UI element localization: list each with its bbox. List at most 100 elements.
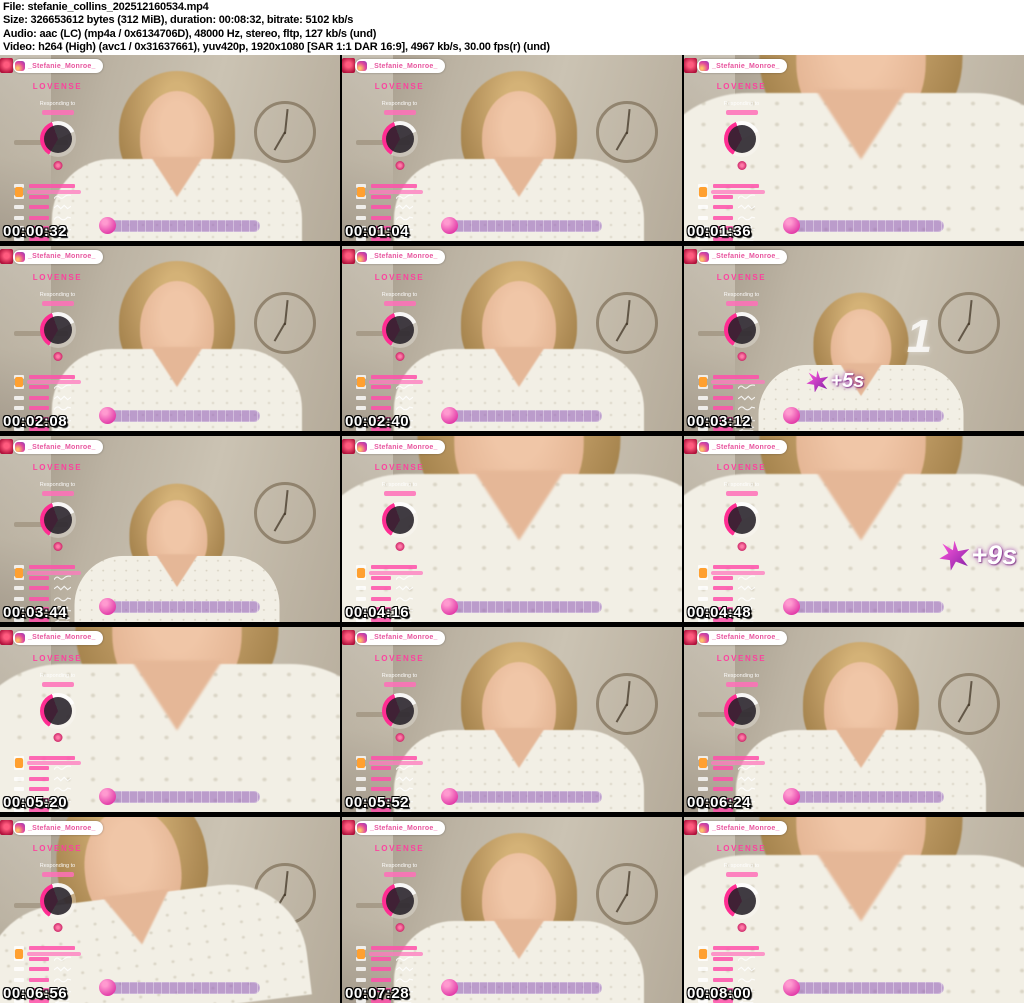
streamer-username: _Stefanie_Monroe_ [370, 824, 438, 832]
tip-progress-gauge [382, 502, 418, 539]
video-thumbnail: _Stefanie_Monroe_ LOVENSE Responding to [342, 626, 682, 813]
neckline [492, 156, 545, 197]
record-badge-icon [0, 629, 13, 645]
goal-text-redacted [711, 952, 765, 956]
neckline [155, 553, 199, 587]
goal-row [699, 567, 765, 578]
file-info-header: File: stefanie_collins_202512160534.mp4 … [0, 0, 1024, 55]
gift-icon [15, 949, 23, 959]
record-badge-icon [342, 439, 355, 455]
streamer-username: _Stefanie_Monroe_ [28, 824, 96, 832]
timestamp: 00:04:48 [687, 603, 752, 621]
instagram-icon [357, 442, 367, 453]
video-thumbnail: _Stefanie_Monroe_ LOVENSE Responding to [342, 817, 682, 1003]
record-badge-icon [342, 820, 355, 836]
progress-knob [99, 979, 117, 996]
streamer-username-badge: _Stefanie_Monroe_ [13, 440, 103, 455]
record-badge-icon [342, 629, 355, 645]
streamer-username: _Stefanie_Monroe_ [712, 253, 780, 261]
stream-overlay: _Stefanie_Monroe_ LOVENSE Responding to [342, 436, 457, 622]
tip-menu-row [698, 966, 759, 972]
time-added-text: +9s [971, 540, 1018, 571]
goal-text-redacted [369, 189, 423, 194]
streamer-username: _Stefanie_Monroe_ [370, 443, 438, 451]
tip-menu-row [698, 204, 759, 210]
streamer-username-badge: _Stefanie_Monroe_ [13, 630, 103, 645]
tip-progress-gauge [40, 692, 76, 729]
goal-text-redacted [27, 952, 81, 956]
goal-text-redacted [369, 570, 423, 575]
streamer-username: _Stefanie_Monroe_ [28, 443, 96, 451]
responding-username-redacted [384, 300, 416, 306]
tip-progress-gauge [40, 311, 76, 348]
video-thumbnail: _Stefanie_Monroe_ LOVENSE Responding to [342, 245, 682, 432]
neckline [150, 347, 203, 388]
video-thumbnail: _Stefanie_Monroe_ LOVENSE Responding to [684, 817, 1024, 1003]
streamer-username: _Stefanie_Monroe_ [712, 443, 780, 451]
file-size-line: Size: 326653612 bytes (312 MiB), duratio… [3, 14, 354, 27]
timestamp: 00:07:28 [345, 985, 410, 1002]
tip-menu-row [14, 786, 75, 792]
timestamp: 00:05:20 [3, 794, 68, 812]
responding-username-redacted [42, 491, 74, 497]
responding-label: Responding to [39, 101, 76, 107]
tip-menu-row [698, 215, 759, 221]
tip-progress-gauge [40, 121, 76, 157]
tip-menu-row [356, 204, 417, 210]
responding-label: Responding to [39, 863, 76, 870]
timestamp: 00:06:56 [3, 985, 68, 1002]
instagram-icon [699, 251, 709, 262]
stream-overlay: _Stefanie_Monroe_ LOVENSE Responding to [684, 55, 799, 241]
burst-icon [939, 540, 970, 571]
progress-knob [783, 597, 801, 615]
instagram-icon [357, 251, 367, 262]
tip-menu-row [698, 395, 759, 401]
tip-progress-gauge [382, 121, 418, 157]
instagram-icon [699, 823, 709, 834]
responding-username-redacted [726, 300, 758, 306]
goal-text-redacted [27, 570, 81, 575]
tip-menu-row [356, 215, 417, 221]
tip-menu-row [14, 977, 75, 983]
progress-knob [99, 216, 117, 234]
file-name-line: File: stefanie_collins_202512160534.mp4 [3, 1, 209, 13]
tip-progress-gauge [382, 883, 418, 920]
streamer-username: _Stefanie_Monroe_ [370, 253, 438, 261]
neckline [815, 89, 907, 160]
responding-username-redacted [42, 300, 74, 306]
streamer-username-badge: _Stefanie_Monroe_ [13, 249, 103, 264]
instagram-icon [15, 632, 25, 643]
goal-row [357, 186, 423, 197]
stream-overlay: _Stefanie_Monroe_ LOVENSE Responding to [0, 436, 115, 622]
video-thumbnail: _Stefanie_Monroe_ LOVENSE Responding to [684, 245, 1024, 432]
timestamp: 00:03:44 [3, 603, 68, 621]
lovense-logo: LOVENSE [374, 844, 425, 854]
responding-username-redacted [726, 110, 758, 115]
responding-label: Responding to [381, 672, 418, 679]
gift-icon [357, 186, 365, 197]
tip-progress-bar [99, 216, 261, 234]
streamer-username-badge: _Stefanie_Monroe_ [697, 821, 787, 836]
goal-row [15, 567, 81, 578]
goal-row [357, 949, 423, 959]
lovense-logo: LOVENSE [716, 82, 767, 91]
tip-menu-row [356, 596, 417, 602]
gift-icon [699, 758, 707, 769]
progress-knob [99, 597, 117, 615]
responding-label: Responding to [381, 101, 418, 107]
tip-menu-row [14, 395, 75, 401]
tip-menu-row [698, 405, 759, 411]
responding-username-redacted [384, 491, 416, 497]
record-badge-icon [684, 820, 697, 836]
tip-progress-gauge [724, 502, 760, 539]
gift-icon [699, 949, 707, 959]
gift-icon [357, 377, 365, 388]
video-thumbnail: _Stefanie_Monroe_ LOVENSE Responding to [0, 626, 340, 813]
tip-menu-row [698, 585, 759, 591]
record-badge-icon [684, 629, 697, 645]
progress-knob [783, 979, 801, 996]
progress-knob [441, 979, 459, 996]
stream-overlay: _Stefanie_Monroe_ LOVENSE Responding to [684, 817, 799, 1003]
tip-progress-bar [441, 597, 603, 615]
goal-text-redacted [711, 761, 765, 766]
